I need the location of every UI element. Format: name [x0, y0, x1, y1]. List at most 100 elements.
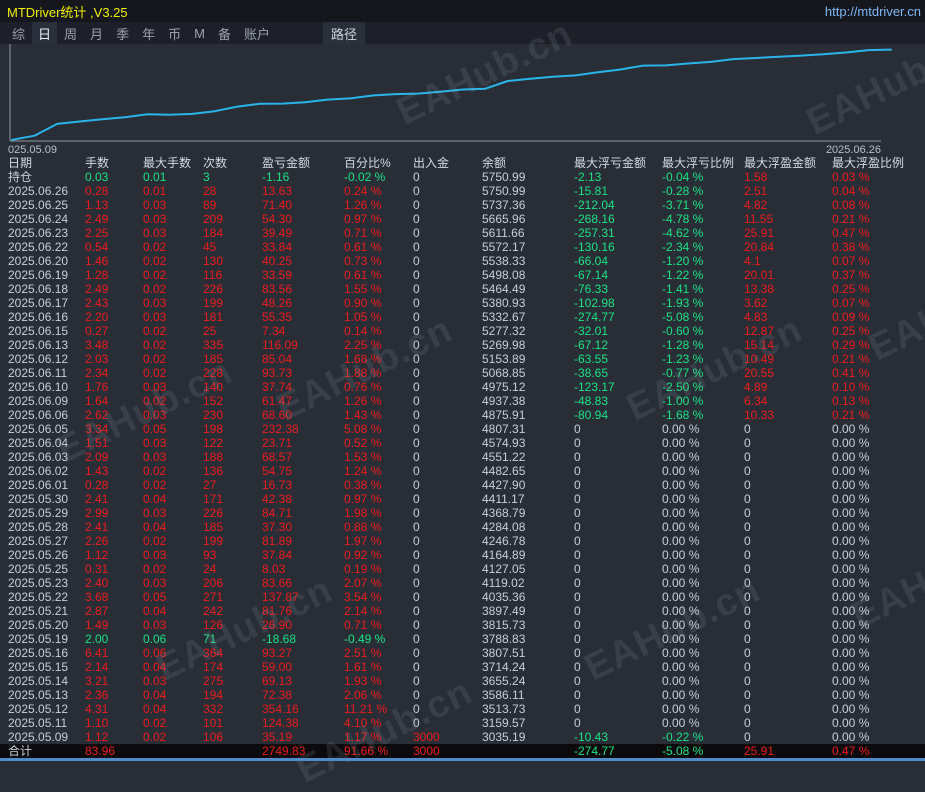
table-row[interactable]: 2025.06.11 2.34 0.02 228 93.73 1.88 % 0 5068.85…	[0, 366, 925, 380]
table-row[interactable]: 2025.06.24 2.49 0.03 209 54.30 0.97 % 0 5665.96…	[0, 212, 925, 226]
table-row[interactable]: 2025.06.10 1.76 0.03 140 37.74 0.76 % 0 4975.12…	[0, 380, 925, 394]
table-row[interactable]: 2025.06.04 1.51 0.03 122 23.71 0.52 % 0 4574.93…	[0, 436, 925, 450]
table-row[interactable]: 2025.06.05 3.34 0.05 198 232.38 5.08 % 0 4807.3…	[0, 422, 925, 436]
table-row[interactable]: 2025.05.22 3.68 0.05 271 137.87 3.54 % 0 4035.3…	[0, 590, 925, 604]
cell: 0.24 %	[344, 184, 382, 198]
cell: 3897.49	[482, 604, 526, 618]
cell: 5750.99	[482, 170, 526, 184]
table-row[interactable]: 2025.06.20 1.46 0.02 130 40.25 0.73 % 0 5538.33…	[0, 254, 925, 268]
table-row[interactable]: 2025.06.12 2.03 0.02 185 85.04 1.68 % 0 5153.89…	[0, 352, 925, 366]
table-row[interactable]: 2025.05.14 3.21 0.03 275 69.13 1.93 % 0 3655.24…	[0, 674, 925, 688]
table-row[interactable]: 2025.06.13 3.48 0.02 335 116.09 2.25 % 0 5269.9…	[0, 338, 925, 352]
table-row[interactable]: 2025.05.23 2.40 0.03 206 83.66 2.07 % 0 4119.02…	[0, 576, 925, 590]
table-row[interactable]: 2025.05.28 2.41 0.04 185 37.30 0.88 % 0 4284.08…	[0, 520, 925, 534]
menu-item-备[interactable]: 备	[212, 22, 237, 45]
cell: 0	[413, 324, 420, 338]
table-row[interactable]: 2025.05.21 2.87 0.04 242 81.76 2.14 % 0 3897.49…	[0, 604, 925, 618]
table-row[interactable]: 2025.06.26 0.28 0.01 28 13.63 0.24 % 0 5750.99 -…	[0, 184, 925, 198]
table-row[interactable]: 2025.05.09 1.12 0.02 106 35.19 1.17 % 3000 3035…	[0, 730, 925, 744]
cell: 37.30	[262, 520, 293, 534]
cell: 0	[744, 688, 751, 702]
menu-item-M[interactable]: M	[188, 24, 211, 43]
cell: 0.05	[143, 422, 167, 436]
table-row[interactable]: 2025.05.26 1.12 0.03 93 37.84 0.92 % 0 4164.89 0…	[0, 548, 925, 562]
cell: 4368.79	[482, 506, 526, 520]
cell: 0	[413, 240, 420, 254]
cell: 23.71	[262, 436, 293, 450]
menu-item-币[interactable]: 币	[162, 22, 187, 45]
menu-item-季[interactable]: 季	[110, 22, 135, 45]
menu-item-账户[interactable]: 账户	[238, 22, 276, 45]
cell: -102.98	[574, 296, 615, 310]
table-row[interactable]: 2025.05.27 2.26 0.02 199 81.89 1.97 % 0 4246.78…	[0, 534, 925, 548]
cell-date: 2025.06.11	[8, 366, 68, 380]
table-row[interactable]: 2025.06.25 1.13 0.03 89 71.40 1.26 % 0 5737.36 -…	[0, 198, 925, 212]
cell: 83.96	[85, 744, 116, 758]
table-row[interactable]: 2025.05.11 1.10 0.02 101 124.38 4.10 % 0 3159.5…	[0, 716, 925, 730]
cell-date: 2025.06.15	[8, 324, 69, 338]
table-row[interactable]: 持仓 0.03 0.01 3 -1.16 -0.02 % 0 5750.99 -2.13 -0.0…	[0, 170, 925, 184]
table-row[interactable]: 2025.06.18 2.49 0.02 226 83.56 1.55 % 0 5464.49…	[0, 282, 925, 296]
cell: 0.00 %	[662, 436, 700, 450]
cell: 0	[413, 702, 420, 716]
cell: 0.03	[143, 408, 167, 422]
table-row[interactable]: 2025.05.15 2.14 0.04 174 59.00 1.61 % 0 3714.24…	[0, 660, 925, 674]
table-row[interactable]: 2025.06.15 0.27 0.02 25 7.34 0.14 % 0 5277.32 -3…	[0, 324, 925, 338]
cell-date: 2025.06.01	[8, 478, 69, 492]
menu-item-日[interactable]: 日	[32, 21, 58, 45]
table-row[interactable]: 2025.06.06 2.62 0.03 230 68.60 1.43 % 0 4875.91…	[0, 408, 925, 422]
cell: 0.71 %	[344, 226, 382, 240]
cell: 1.53 %	[344, 450, 382, 464]
table-row[interactable]: 2025.06.02 1.43 0.02 136 54.75 1.24 % 0 4482.65…	[0, 464, 925, 478]
table-row[interactable]: 2025.05.19 2.00 0.06 71 -18.68 -0.49 % 0 3788.8…	[0, 632, 925, 646]
table-row[interactable]: 2025.06.23 2.25 0.03 184 39.49 0.71 % 0 5611.66…	[0, 226, 925, 240]
table-row[interactable]: 2025.05.25 0.31 0.02 24 8.03 0.19 % 0 4127.05 0 0…	[0, 562, 925, 576]
total-row[interactable]: 合计 83.96 2749.83 91.66 % 3000 -274.77 -5.08 % 2…	[0, 744, 925, 758]
equity-line	[11, 48, 892, 141]
table-row[interactable]: 2025.06.22 0.54 0.02 45 33.84 0.61 % 0 5572.17 -…	[0, 240, 925, 254]
cell: 5538.33	[482, 254, 526, 268]
cell: 0.00 %	[662, 702, 700, 716]
cell: 1.58	[744, 170, 768, 184]
menu-item-年[interactable]: 年	[136, 22, 161, 45]
cell: 4284.08	[482, 520, 526, 534]
table-row[interactable]: 2025.06.09 1.64 0.02 152 61.47 1.26 % 0 4937.38…	[0, 394, 925, 408]
table-row[interactable]: 2025.05.12 4.31 0.04 332 354.16 11.21 % 0 3513.…	[0, 702, 925, 716]
cell: 106	[203, 730, 224, 744]
cell: 0	[574, 422, 581, 436]
table-row[interactable]: 2025.05.13 2.36 0.04 194 72.38 2.06 % 0 3586.11…	[0, 688, 925, 702]
table-row[interactable]: 2025.06.03 2.09 0.03 188 68.57 1.53 % 0 4551.22…	[0, 450, 925, 464]
table-row[interactable]: 2025.06.19 1.28 0.02 116 33.59 0.61 % 0 5498.08…	[0, 268, 925, 282]
cell: -4.62 %	[662, 226, 704, 240]
cell: 0.07 %	[832, 296, 870, 310]
cell: 0	[413, 422, 420, 436]
table-row[interactable]: 2025.05.30 2.41 0.04 171 42.38 0.97 % 0 4411.17…	[0, 492, 925, 506]
table-row[interactable]: 2025.06.17 2.43 0.03 199 48.26 0.90 % 0 5380.93…	[0, 296, 925, 310]
menu-item-周[interactable]: 周	[58, 22, 83, 45]
path-button[interactable]: 路径	[322, 21, 365, 45]
table-row[interactable]: 2025.06.16 2.20 0.03 181 55.35 1.05 % 0 5332.67…	[0, 310, 925, 324]
cell: 228	[203, 366, 224, 380]
website-link[interactable]: http://mtdriver.cn	[825, 4, 921, 19]
table-row[interactable]: 2025.05.20 1.49 0.03 126 26.90 0.71 % 0 3815.73…	[0, 618, 925, 632]
cell: 0	[574, 702, 581, 716]
header-cell: 最大浮亏比例	[662, 156, 735, 170]
table-row[interactable]: 2025.05.16 6.41 0.06 364 93.27 2.51 % 0 3807.51…	[0, 646, 925, 660]
cell: 0.00 %	[832, 422, 870, 436]
table-row[interactable]: 2025.05.29 2.99 0.03 226 84.71 1.98 % 0 4368.79…	[0, 506, 925, 520]
header-cell: 百分比%	[344, 156, 391, 170]
cell: 48.26	[262, 296, 293, 310]
cell: 0.00 %	[832, 548, 870, 562]
cell: 0.03	[143, 436, 167, 450]
cell: 0.03	[143, 618, 167, 632]
menu-item-综[interactable]: 综	[6, 22, 31, 45]
cell: 209	[203, 212, 224, 226]
cell: 0.00 %	[662, 506, 700, 520]
cell: 0.03 %	[832, 170, 870, 184]
cell: 0	[413, 296, 420, 310]
table-row[interactable]: 2025.06.01 0.28 0.02 27 16.73 0.38 % 0 4427.90 0…	[0, 478, 925, 492]
menu-item-月[interactable]: 月	[84, 22, 109, 45]
cell: 0.28	[85, 478, 109, 492]
cell: 0	[413, 408, 420, 422]
cell: 3035.19	[482, 730, 526, 744]
